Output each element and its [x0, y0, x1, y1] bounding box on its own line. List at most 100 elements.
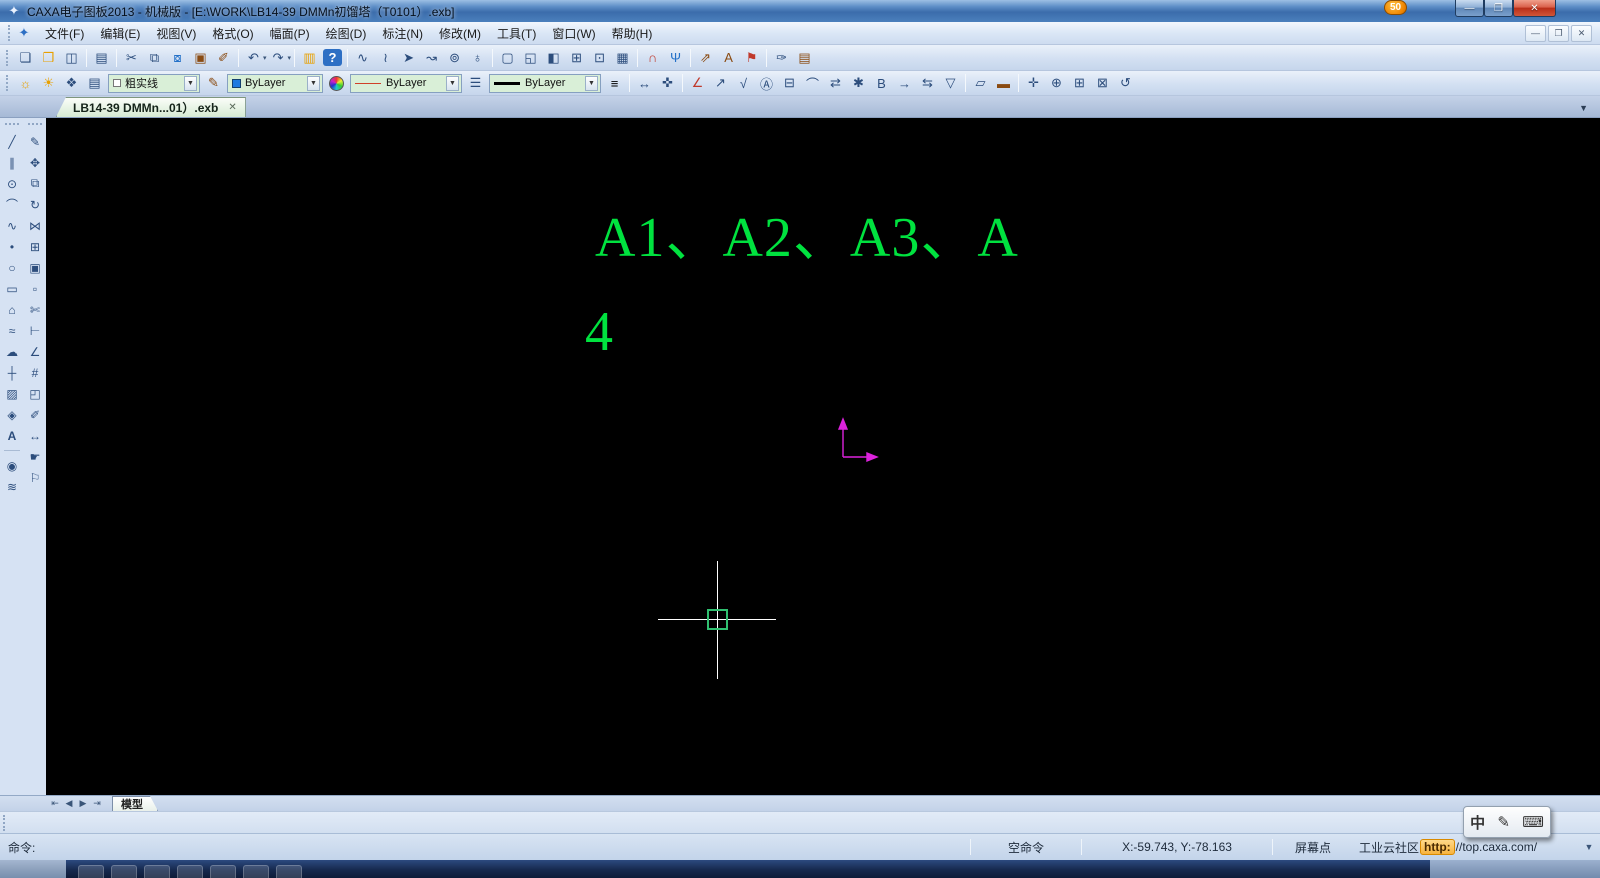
taskbar-icon[interactable] [243, 865, 269, 878]
undo-dropdown[interactable]: ▾ [263, 54, 267, 62]
taskbar-icon[interactable] [276, 865, 302, 878]
dimension-drive-icon[interactable]: ⇗ [694, 47, 717, 68]
redo-icon[interactable]: ↷ [267, 47, 290, 68]
system-tray[interactable] [1430, 860, 1600, 878]
chamfer-tool-icon[interactable]: ∠ [25, 342, 45, 361]
zoom-window-icon[interactable]: ⊞ [1068, 73, 1091, 94]
frame-settings-icon[interactable]: ◱ [519, 47, 542, 68]
note-icon[interactable]: ▤ [793, 47, 816, 68]
save-icon[interactable]: ◫ [60, 47, 83, 68]
arc-tool-icon[interactable]: ⌒ [2, 195, 22, 214]
font-style-icon[interactable]: A [717, 47, 740, 68]
ime-pen-icon[interactable]: ✎ [1497, 813, 1510, 831]
menu-edit[interactable]: 编辑(E) [92, 22, 148, 45]
status-pick-mode[interactable]: 屏幕点 [1273, 839, 1353, 856]
toolbar2-grip[interactable] [6, 75, 10, 91]
toolbar1-grip[interactable] [6, 49, 10, 66]
freehand-icon[interactable]: ↝ [420, 47, 443, 68]
status-options-dropdown-icon[interactable]: ▼ [1578, 842, 1600, 852]
layer-bright-icon[interactable]: ☀ [37, 73, 60, 94]
menu-sheet[interactable]: 幅面(P) [262, 22, 318, 45]
cloud-url-badge[interactable]: http: [1420, 839, 1455, 855]
command-prompt-label[interactable]: 命令: [8, 839, 35, 856]
cloud-line-tool-icon[interactable]: ☁ [2, 342, 22, 361]
center-line-tool-icon[interactable]: ┼ [2, 363, 22, 382]
merge-icon[interactable]: Ψ [664, 47, 687, 68]
menu-format[interactable]: 格式(O) [204, 22, 261, 45]
align-text-icon[interactable]: ⇆ [916, 73, 939, 94]
layer-combo[interactable]: 粗实线 ▼ [108, 73, 200, 93]
roll-curve-icon[interactable]: ♁ [466, 47, 489, 68]
array-tool-icon[interactable]: ⊞ [25, 237, 45, 256]
menu-view[interactable]: 视图(V) [148, 22, 204, 45]
tag-edit-icon[interactable]: ⚐ [25, 468, 45, 487]
taskbar-icon[interactable] [210, 865, 236, 878]
minimize-button[interactable]: — [1455, 0, 1484, 17]
layer-key-icon[interactable]: ❖ [60, 73, 83, 94]
previous-sheet-icon[interactable]: ◀ [62, 798, 76, 809]
cloud-community-link[interactable]: 工业云社区 http: //top.caxa.com/ [1353, 839, 1578, 856]
menu-dimension[interactable]: 标注(N) [374, 22, 431, 45]
layer-on-icon[interactable]: ☼ [14, 73, 37, 94]
text-tool-icon[interactable]: A [2, 426, 22, 445]
line-tool-icon[interactable]: ╱ [2, 132, 22, 151]
magnet-icon[interactable]: ∩ [641, 47, 664, 68]
rotate-tool-icon[interactable]: ↻ [25, 195, 45, 214]
datum-target-icon[interactable]: ▽ [939, 73, 962, 94]
title-bar[interactable]: ✦ CAXA电子图板2013 - 机械版 - [E:\WORK\LB14-39 … [0, 0, 1600, 22]
ime-keyboard-icon[interactable]: ⌨ [1522, 813, 1544, 831]
last-sheet-icon[interactable]: ⇥ [90, 798, 104, 809]
ime-mode-icon[interactable]: 中 [1470, 812, 1485, 833]
dimension-edit-icon[interactable]: ✐ [25, 405, 45, 424]
menu-grip[interactable] [8, 25, 12, 41]
spline-icon[interactable]: ∿ [351, 47, 374, 68]
hatch-tool-icon[interactable]: ▨ [2, 384, 22, 403]
taskbar-icon[interactable] [111, 865, 137, 878]
drawing-canvas[interactable]: A1、A2、A3、A 4 [46, 118, 1600, 795]
menu-window[interactable]: 窗口(W) [544, 22, 603, 45]
wave-line-tool-icon[interactable]: ≈ [2, 321, 22, 340]
menu-modify[interactable]: 修改(M) [431, 22, 489, 45]
new-view-icon[interactable]: ▱ [969, 73, 992, 94]
move-tool-icon[interactable]: ✥ [25, 153, 45, 172]
help-icon[interactable]: ? [323, 49, 343, 66]
parallel-line-tool-icon[interactable]: ∥ [2, 153, 22, 172]
ime-language-bar[interactable]: 中 ✎ ⌨ [1463, 806, 1551, 838]
text-frame-icon[interactable]: Ⓐ [755, 73, 778, 94]
bom-table-icon[interactable]: ▦ [611, 47, 634, 68]
copy-icon[interactable]: ⧉ [143, 47, 166, 68]
properties-edit-icon[interactable]: ✎ [25, 132, 45, 151]
next-sheet-icon[interactable]: ▶ [76, 798, 90, 809]
taskbar-icon[interactable] [144, 865, 170, 878]
zoom-back-icon[interactable]: ↺ [1114, 73, 1137, 94]
color-combo[interactable]: ByLayer ▼ [227, 73, 323, 93]
zoom-all-icon[interactable]: ⊠ [1091, 73, 1114, 94]
trim-tool-icon[interactable]: ✄ [25, 300, 45, 319]
style-gear-icon[interactable]: ✱ [847, 73, 870, 94]
measure-icon[interactable]: ▬ [992, 73, 1015, 94]
char-style-icon[interactable]: B [870, 73, 893, 94]
ole-object-icon[interactable]: ▥ [298, 47, 321, 68]
menu-tools[interactable]: 工具(T) [489, 22, 544, 45]
paste-icon[interactable]: ▣ [189, 47, 212, 68]
linetype-combo[interactable]: ByLayer ▼ [350, 73, 462, 93]
tab-list-dropdown-icon[interactable]: ▼ [1579, 103, 1588, 113]
layer-settings-icon[interactable]: ✎ [202, 73, 225, 94]
section-line-tool-icon[interactable]: ≋ [2, 477, 22, 496]
windows-taskbar[interactable] [0, 860, 1600, 878]
scale-tool-icon[interactable]: ▣ [25, 258, 45, 277]
stretch-tool-icon[interactable]: ▫ [25, 279, 45, 298]
zoom-in-icon[interactable]: ⊕ [1045, 73, 1068, 94]
tolerance-icon[interactable]: ⊟ [778, 73, 801, 94]
frame-icon[interactable]: ▢ [496, 47, 519, 68]
dynamic-pan-icon[interactable]: ✛ [1022, 73, 1045, 94]
copy-basepoint-icon[interactable]: ⧇ [166, 47, 189, 68]
menu-draw[interactable]: 绘图(D) [318, 22, 375, 45]
linetype-manager-icon[interactable]: ☰ [464, 73, 487, 94]
sketch-icon[interactable]: ≀ [374, 47, 397, 68]
cad-text-line2[interactable]: 4 [585, 304, 613, 360]
copy-tool-icon[interactable]: ⧉ [25, 174, 45, 193]
mdi-restore-button[interactable]: ❐ [1548, 24, 1569, 42]
print-icon[interactable]: ▤ [90, 47, 113, 68]
title-block-icon[interactable]: ◧ [542, 47, 565, 68]
